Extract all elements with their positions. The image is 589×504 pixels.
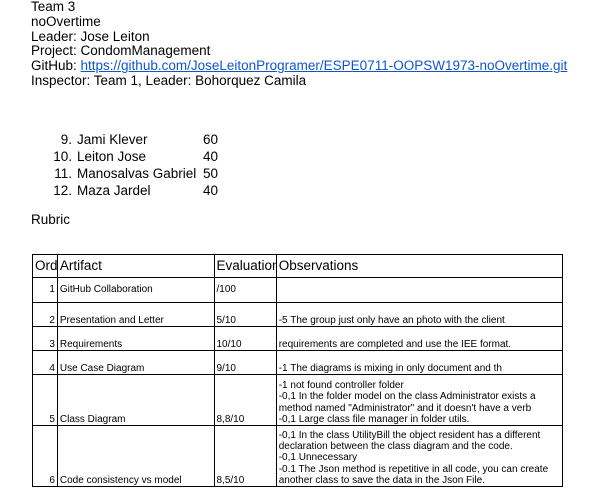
list-item: 11. Manosalvas Gabriel 50	[52, 165, 227, 182]
observation-line: -0,1 In the folder model on the class Ad…	[278, 391, 536, 403]
list-item: 12. Maza Jardel 40	[52, 182, 227, 199]
table-row: 6 Code consistency vs model 8,5/10 -0,1 …	[32, 425, 564, 487]
cell-artifact: Code consistency vs model	[56, 425, 215, 487]
observation-line: requirements are completed and use the I…	[278, 338, 512, 350]
table-header-row: Ord Artifact Evaluation Observations	[32, 254, 564, 278]
observation-line: method named "Administrator" and it does…	[278, 402, 532, 414]
document-header: Team 3 noOvertime Leader: Jose Leiton Pr…	[31, 0, 567, 89]
cell-ord: 5	[32, 374, 58, 426]
list-item: 9. Jami Klever 60	[52, 131, 227, 148]
inspector-line: Inspector: Team 1, Leader: Bohorquez Cam…	[31, 72, 307, 88]
cell-observations: -0,1 In the class UtilityBill the object…	[275, 425, 564, 487]
rubric-table: Ord Artifact Evaluation Observations 1 G…	[32, 254, 564, 487]
observation-line: -1 not found controller folder	[278, 380, 404, 392]
cell-ord: 6	[32, 425, 58, 487]
cell-observations: -1 The diagrams is mixing in only docume…	[275, 350, 564, 375]
table-row: 3 Requirements 10/10 requirements are co…	[32, 326, 564, 351]
member-score: 60	[203, 132, 219, 147]
table-row: 4 Use Case Diagram 9/10 -1 The diagrams …	[32, 350, 564, 375]
github-line: GitHub: https://github.com/JoseLeitonPro…	[31, 58, 568, 74]
column-header-observations: Observations	[275, 254, 564, 278]
team-label: Team 3	[31, 0, 76, 14]
observation-line: declaration between the class diagram an…	[278, 441, 513, 453]
project-line: Project: CondomManagement	[31, 43, 211, 59]
github-link[interactable]: https://github.com/JoseLeitonProgramer/E…	[81, 58, 568, 73]
observation-line: -0,1 In the class UtilityBill the object…	[278, 429, 541, 441]
list-item: 10. Leiton Jose 40	[52, 148, 227, 165]
column-header-evaluation: Evaluation	[213, 254, 277, 278]
table-row: 1 GitHub Collaboration /100	[32, 277, 564, 303]
cell-artifact: GitHub Collaboration	[56, 277, 215, 303]
observation-line: -1 The diagrams is mixing in only docume…	[278, 362, 502, 374]
member-name: Manosalvas Gabriel	[77, 166, 197, 181]
cell-ord: 4	[32, 350, 58, 375]
member-number: 10.	[53, 149, 72, 164]
member-score: 40	[203, 183, 219, 198]
member-name: Jami Klever	[77, 132, 148, 147]
cell-observations: -1 not found controller folder -0,1 In t…	[275, 374, 564, 426]
cell-observations: requirements are completed and use the I…	[275, 326, 564, 351]
cell-evaluation: 8,5/10	[213, 425, 277, 487]
cell-evaluation: 9/10	[213, 350, 277, 375]
column-header-ord: Ord	[32, 254, 58, 278]
cell-evaluation: /100	[213, 277, 277, 303]
cell-ord: 2	[32, 302, 58, 327]
column-header-artifact: Artifact	[56, 254, 215, 278]
cell-evaluation: 5/10	[213, 302, 277, 327]
table-row: 2 Presentation and Letter 5/10 -5 The gr…	[32, 302, 564, 327]
cell-ord: 1	[32, 277, 58, 303]
member-score: 40	[203, 149, 219, 164]
observation-line: -0,1 Unnecessary	[278, 452, 358, 464]
cell-artifact: Class Diagram	[56, 374, 215, 426]
member-number: 11.	[54, 166, 72, 181]
member-number: 9.	[60, 132, 72, 147]
member-number: 12.	[53, 183, 72, 198]
member-name: Leiton Jose	[77, 149, 147, 164]
member-score: 50	[203, 166, 219, 181]
member-list: 9. Jami Klever 60 10. Leiton Jose 40 11. Mano…	[52, 131, 227, 199]
observation-line: -0.1 The Json method is repetitive in al…	[278, 463, 549, 475]
cell-evaluation: 10/10	[213, 326, 277, 351]
cell-evaluation: 8,8/10	[213, 374, 277, 426]
cell-ord: 3	[32, 326, 58, 351]
observation-line: -0,1 Large class file manager in folder …	[278, 413, 470, 425]
observation-line: -5 The group just only have an photo wit…	[278, 314, 505, 326]
table-row: 5 Class Diagram 8,8/10 -1 not found cont…	[32, 374, 564, 426]
observation-line: another class to save the data in the Js…	[278, 474, 485, 486]
cell-observations: -5 The group just only have an photo wit…	[275, 302, 564, 327]
cell-artifact: Requirements	[56, 326, 215, 351]
team-name: noOvertime	[31, 13, 101, 29]
cell-artifact: Presentation and Letter	[56, 302, 215, 327]
cell-observations	[275, 277, 564, 303]
leader-line: Leader: Jose Leiton	[31, 28, 150, 44]
github-label: GitHub:	[31, 58, 81, 74]
rubric-title: Rubric	[31, 212, 71, 227]
cell-artifact: Use Case Diagram	[56, 350, 215, 375]
member-name: Maza Jardel	[77, 183, 151, 198]
